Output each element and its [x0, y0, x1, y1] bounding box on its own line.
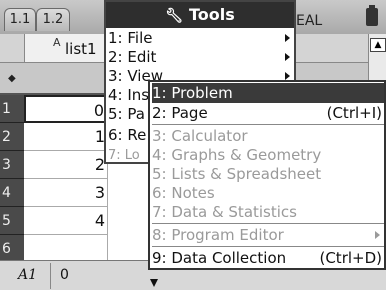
divider	[50, 263, 51, 289]
submenu-item-notes[interactable]: 6: Notes	[152, 183, 384, 203]
tab-page-1-2[interactable]: 1.2	[36, 8, 70, 31]
submenu-item-label: 4: Graphs & Geometry	[152, 146, 322, 164]
submenu-item-label: 1: Problem	[152, 84, 233, 102]
menu-item-label: 4: Ins	[108, 86, 150, 104]
row-number[interactable]: 6	[0, 235, 24, 263]
menu-item-label: 2: Edit	[108, 48, 157, 66]
submenu-item-calculator[interactable]: 3: Calculator	[152, 126, 384, 146]
battery-icon	[366, 5, 378, 26]
row-number[interactable]: 5	[0, 207, 24, 235]
pointer-cursor-icon	[150, 279, 158, 287]
submenu-item-label: 3: Calculator	[152, 127, 248, 145]
submenu-item-data-statistics[interactable]: 7: Data & Statistics	[152, 202, 384, 222]
tools-title-label: Tools	[189, 5, 235, 24]
menu-item-file[interactable]: 1: File	[108, 29, 292, 48]
spreadsheet-cell[interactable]: 4	[24, 207, 108, 235]
submenu-item-label: 9: Data Collection	[152, 249, 287, 267]
menu-item-edit[interactable]: 2: Edit	[108, 48, 292, 67]
tab-page-1-1[interactable]: 1.1	[4, 8, 36, 31]
shortcut-label: (Ctrl+I)	[326, 104, 382, 122]
row-number[interactable]: 2	[0, 123, 24, 151]
submenu-item-data-collection[interactable]: 9: Data Collection (Ctrl+D)	[152, 248, 384, 268]
spreadsheet-cell[interactable]	[24, 235, 108, 263]
row-number[interactable]: 1	[0, 95, 24, 123]
cell-reference: A1	[18, 267, 38, 283]
shortcut-label: (Ctrl+D)	[319, 249, 382, 267]
column-a-header[interactable]: A list1	[24, 34, 110, 62]
menu-separator	[152, 246, 384, 247]
insert-submenu: 1: Problem 2: Page (Ctrl+I) 3: Calculator…	[148, 80, 386, 270]
spreadsheet-cell[interactable]: 1	[24, 123, 108, 151]
spreadsheet-cell[interactable]: 0	[24, 95, 108, 123]
submenu-item-label: 6: Notes	[152, 184, 215, 202]
row-number[interactable]: 4	[0, 179, 24, 207]
spreadsheet-cell[interactable]: 2	[24, 151, 108, 179]
column-name: list1	[65, 40, 97, 58]
submenu-item-label: 2: Page	[152, 104, 208, 122]
mode-indicator: EAL	[296, 13, 323, 29]
cell-value-input[interactable]: 0	[60, 267, 69, 283]
menu-item-label: 5: Pa	[108, 105, 145, 123]
spreadsheet-cell[interactable]: 3	[24, 179, 108, 207]
menu-item-label: 7: Lo	[108, 148, 140, 163]
column-letter: A	[53, 36, 61, 49]
submenu-item-label: 8: Program Editor	[152, 226, 284, 244]
wrench-icon: 🔧︎	[165, 8, 183, 24]
menu-item-label: 1: File	[108, 29, 153, 47]
submenu-item-graphs-geometry[interactable]: 4: Graphs & Geometry	[152, 145, 384, 165]
submenu-item-page[interactable]: 2: Page (Ctrl+I)	[152, 103, 384, 123]
submenu-item-lists-spreadsheet[interactable]: 5: Lists & Spreadsheet	[152, 164, 384, 184]
submenu-item-problem[interactable]: 1: Problem	[152, 83, 384, 103]
diamond-icon: ◆	[8, 73, 16, 84]
menu-separator	[152, 124, 384, 125]
tools-menu-title: 🔧︎ Tools	[106, 2, 294, 28]
submenu-arrow-icon	[375, 231, 380, 239]
scroll-up-icon[interactable]: ▲	[370, 38, 386, 52]
submenu-item-program-editor[interactable]: 8: Program Editor	[152, 225, 384, 245]
submenu-arrow-icon	[285, 34, 290, 42]
submenu-arrow-icon	[285, 72, 290, 80]
submenu-arrow-icon	[285, 53, 290, 61]
submenu-item-label: 7: Data & Statistics	[152, 203, 297, 221]
menu-item-label: 6: Re	[108, 126, 147, 144]
calculator-screen: 1.1 1.2 EAL A list1 ◆ 1 2 3 4 5 6 0 1 2 …	[0, 0, 386, 290]
menu-separator	[152, 223, 384, 224]
submenu-item-label: 5: Lists & Spreadsheet	[152, 165, 322, 183]
row-number[interactable]: 3	[0, 151, 24, 179]
